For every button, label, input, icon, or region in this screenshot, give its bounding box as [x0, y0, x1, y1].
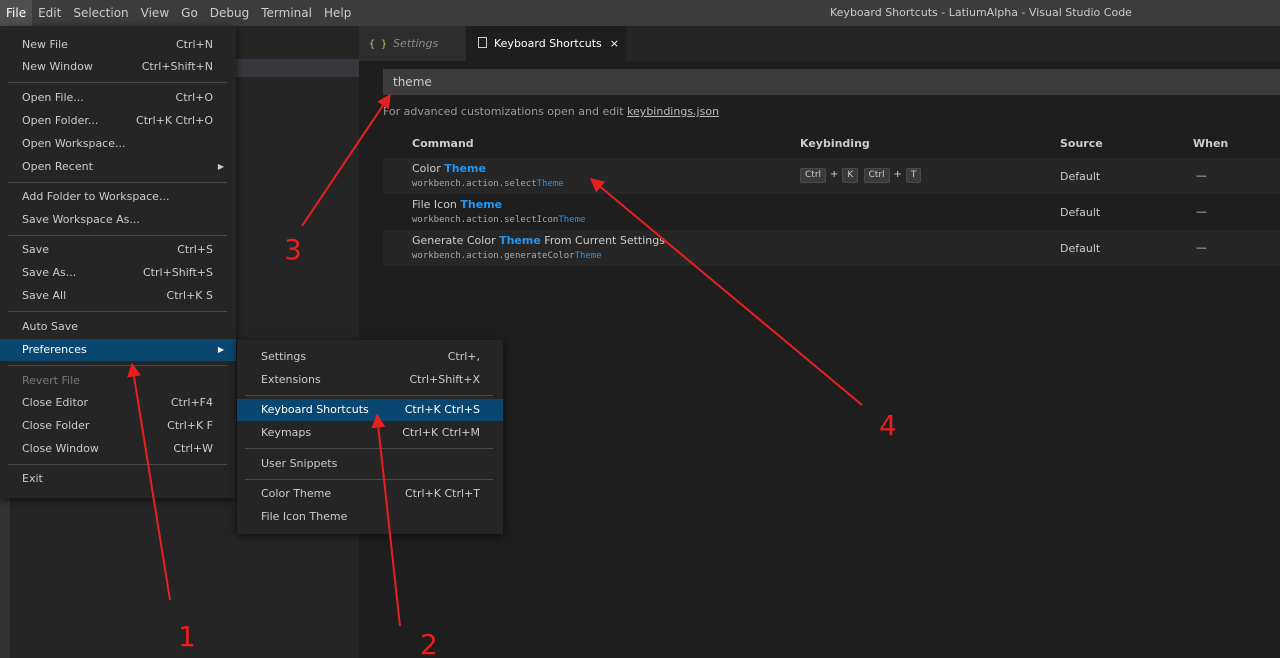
- annotation-arrow-2: [371, 413, 401, 627]
- annotation-arrow-4: [589, 178, 863, 406]
- annotation-arrow-3: [301, 93, 391, 227]
- annotation-label-2: 2: [420, 628, 438, 658]
- annotation-arrow-1: [127, 362, 171, 601]
- annotation-overlay: 1 2 3 4: [127, 93, 897, 658]
- annotation-label-3: 3: [284, 233, 302, 266]
- annotation-label-1: 1: [178, 620, 196, 653]
- annotation-label-4: 4: [879, 409, 897, 442]
